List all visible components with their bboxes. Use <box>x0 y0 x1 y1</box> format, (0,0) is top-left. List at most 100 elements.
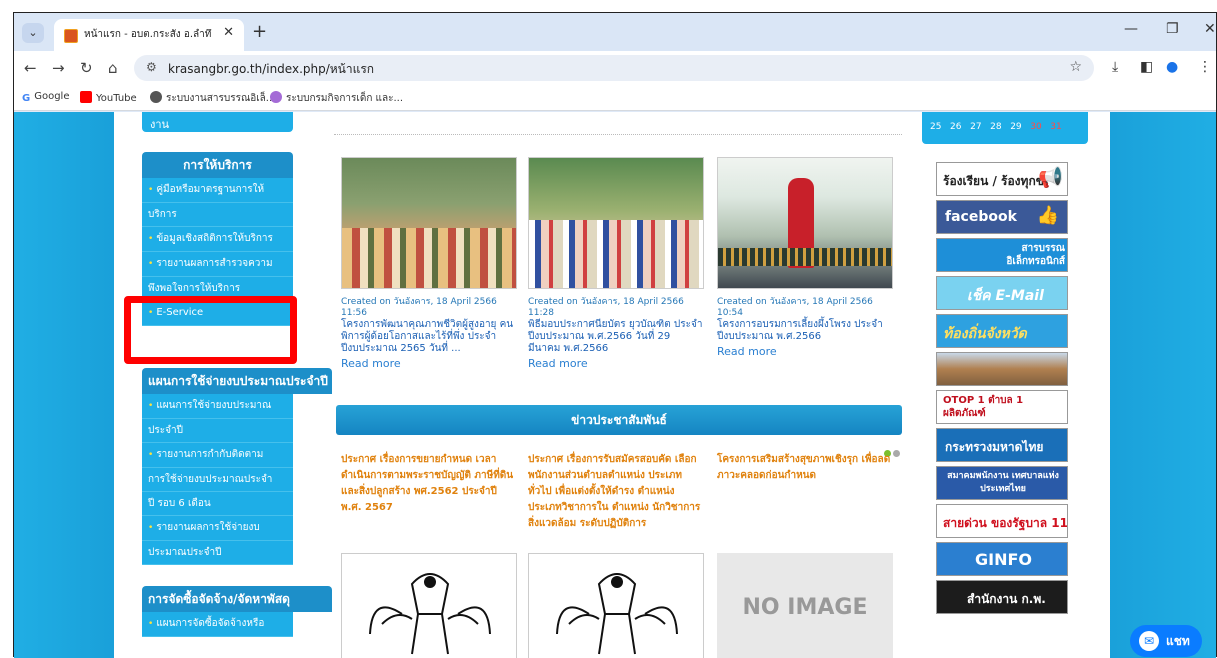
calendar-day[interactable]: 28 <box>990 122 1001 132</box>
article-meta: Created on วันอังคาร, 18 April 2566 10:54 <box>717 297 893 319</box>
sidebar-item-label: แผนการจัดซื้อจัดจ้างหรือ <box>156 618 265 629</box>
ocsc-banner[interactable]: สำนักงาน ก.พ. <box>936 580 1068 614</box>
sidebar-top-item[interactable]: งาน <box>142 112 293 132</box>
bookmark-saraban[interactable]: ระบบงานสารบรรณอิเล็... <box>150 91 275 106</box>
page-content: งาน การให้บริการ • คู่มือหรือมาตรฐานการให… <box>114 112 1110 658</box>
bookmark-dcy[interactable]: ระบบกรมกิจการเด็ก และ... <box>270 91 403 106</box>
garuda-emblem-image[interactable] <box>341 553 517 658</box>
sidebar-item-budget-plan-cont[interactable]: ประจำปี <box>142 419 293 443</box>
sidebar-item-label: การใช้จ่ายงบประมาณประจำ <box>148 474 273 485</box>
bookmark-google[interactable]: G Google <box>22 91 69 105</box>
tab-active[interactable]: หน้าแรก - อบต.กระสัง อ.ลำทึก จ.บุรีรัม ✕ <box>54 19 244 51</box>
sidebar-item-label: แผนการใช้จ่ายงบประมาณ <box>156 400 272 411</box>
e-saraban-banner[interactable]: สารบรรณ อิเล็กทรอนิกส์ <box>936 238 1068 272</box>
home-icon[interactable]: ⌂ <box>108 59 118 77</box>
chat-button[interactable]: ✉ แชท <box>1130 625 1202 657</box>
divider <box>334 134 902 135</box>
bookmark-label: ระบบงานสารบรรณอิเล็... <box>166 93 276 104</box>
temple-banner[interactable] <box>936 352 1068 386</box>
sidebar-item-label: รายงานผลการสำรวจความ <box>156 258 273 269</box>
banner-label: สารบรรณ อิเล็กทรอนิกส์ <box>1006 243 1065 267</box>
carousel-dot[interactable] <box>893 450 900 457</box>
minimize-icon[interactable]: — <box>1124 21 1138 37</box>
calendar-day[interactable]: 25 <box>930 122 941 132</box>
sidebar-item-procurement-plan[interactable]: • แผนการจัดซื้อจัดจ้างหรือ <box>142 612 293 637</box>
sidebar-item-service-stats[interactable]: • ข้อมูลเชิงสถิติการให้บริการ <box>142 227 293 252</box>
article-title[interactable]: โครงการพัฒนาคุณภาพชีวิตผู้สูงอายุ คนพิกา… <box>341 319 517 355</box>
garuda-emblem-image[interactable] <box>528 553 704 658</box>
sidebar-item-budget-report-cont[interactable]: ประมาณประจำปี <box>142 541 293 565</box>
sidebar-item-satisfaction[interactable]: • รายงานผลการสำรวจความ <box>142 252 293 277</box>
banner-label: เช็ค E-Mail <box>967 288 1044 304</box>
page-background-right <box>1106 112 1216 658</box>
tab-search-icon[interactable]: ⌄ <box>22 23 44 43</box>
article-photo[interactable] <box>341 157 517 289</box>
banner-label: สายด่วน ของรัฐบาล 1111 <box>943 516 1068 530</box>
calendar-day[interactable]: 27 <box>970 122 981 132</box>
calendar-day[interactable]: 29 <box>1010 122 1021 132</box>
read-more-link[interactable]: Read more <box>341 357 517 370</box>
news-section-title: ข่าวประชาสัมพันธ์ <box>336 405 902 435</box>
bookmark-label: YouTube <box>96 93 137 104</box>
read-more-link[interactable]: Read more <box>528 357 704 370</box>
bookmark-youtube[interactable]: YouTube <box>80 91 137 104</box>
screen: ⌄ หน้าแรก - อบต.กระสัง อ.ลำทึก จ.บุรีรัม… <box>0 0 1217 658</box>
sidebar-item-budget-monitor[interactable]: • รายงานการกำกับติดตาม <box>142 443 293 468</box>
banner-label: กระทรวงมหาดไทย <box>945 440 1044 454</box>
side-panel-icon[interactable]: ◧ <box>1140 59 1153 75</box>
sidebar-item-budget-monitor-cont2[interactable]: ปี รอบ 6 เดือน <box>142 492 293 516</box>
check-email-banner[interactable]: เช็ค E-Mail <box>936 276 1068 310</box>
calendar-day-weekend[interactable]: 30 <box>1030 122 1041 132</box>
article-photo[interactable] <box>528 157 704 289</box>
sidebar-item-budget-monitor-cont[interactable]: การใช้จ่ายงบประมาณประจำ <box>142 468 293 492</box>
menu-icon[interactable]: ⋮ <box>1198 59 1212 75</box>
no-image-placeholder[interactable]: NO IMAGE <box>717 553 893 658</box>
bookmark-star-icon[interactable]: ☆ <box>1069 59 1082 75</box>
article-title[interactable]: โครงการอบรมการเลี้ยงผึ้งโพรง ประจำปีงบปร… <box>717 319 893 343</box>
article-title[interactable]: พิธีมอบประกาศนียบัตร ยุวบัณฑิต ประจำปีงบ… <box>528 319 704 355</box>
news-item[interactable]: ประกาศ เรื่องการรับสมัครสอบคัด เลือกพนัก… <box>528 452 704 532</box>
new-tab-icon[interactable]: + <box>252 21 267 42</box>
ginfo-banner[interactable]: GINFO <box>936 542 1068 576</box>
otop-banner[interactable]: OTOP 1 ตำบล 1 ผลิตภัณฑ์ <box>936 390 1068 424</box>
article-photo[interactable] <box>717 157 893 289</box>
sidebar-item-budget-plan[interactable]: • แผนการใช้จ่ายงบประมาณ <box>142 394 293 419</box>
budget-menu-title: แผนการใช้จ่ายงบประมาณประจำปี <box>142 368 332 394</box>
banner-label: GINFO <box>975 550 1033 569</box>
banner-label: สำนักงาน ก.พ. <box>967 592 1046 606</box>
read-more-link[interactable]: Read more <box>717 345 893 358</box>
sidebar-item-label: คู่มือหรือมาตรฐานการให้ <box>156 184 265 195</box>
toolbar: ← → ↻ ⌂ ⚙ krasangbr.go.th/index.php/หน้า… <box>14 51 1216 85</box>
article-date: Created on วันอังคาร, 18 April 2566 <box>341 297 497 307</box>
site-info-icon[interactable]: ⚙ <box>146 60 157 74</box>
reload-icon[interactable]: ↻ <box>80 59 93 77</box>
news-item[interactable]: โครงการเสริมสร้างสุขภาพเชิงรุก เพื่อลดภา… <box>717 452 893 484</box>
calendar-day[interactable]: 26 <box>950 122 961 132</box>
sidebar-item-service-manual[interactable]: • คู่มือหรือมาตรฐานการให้ <box>142 178 293 203</box>
hotline-1111-banner[interactable]: สายด่วน ของรัฐบาล 1111 <box>936 504 1068 538</box>
tab-title: หน้าแรก - อบต.กระสัง อ.ลำทึก จ.บุรีรัม <box>84 29 212 40</box>
restore-icon[interactable]: ❐ <box>1166 21 1179 37</box>
back-icon[interactable]: ← <box>24 59 37 77</box>
article-time: 11:28 <box>528 308 554 318</box>
sidebar-item-budget-report[interactable]: • รายงานผลการใช้จ่ายงบ <box>142 516 293 541</box>
garuda-icon <box>556 573 678 655</box>
municipal-association-banner[interactable]: สมาคมพนักงาน เทศบาลแห่งประเทศไทย <box>936 466 1068 500</box>
forward-icon[interactable]: → <box>52 59 65 77</box>
facebook-banner[interactable]: facebook 👍 <box>936 200 1068 234</box>
calendar-day-weekend[interactable]: 31 <box>1050 122 1061 132</box>
profile-icon[interactable]: ● <box>1166 59 1178 75</box>
news-item[interactable]: ประกาศ เรื่องการขยายกำหนด เวลาดำเนินการต… <box>341 452 517 516</box>
complaint-banner[interactable]: ร้องเรียน / ร้องทุกข์ 📢 <box>936 162 1068 196</box>
address-bar[interactable]: ⚙ krasangbr.go.th/index.php/หน้าแรก ☆ <box>134 55 1094 81</box>
sidebar-item-label: รายงานผลการใช้จ่ายงบ <box>156 522 260 533</box>
moi-banner[interactable]: กระทรวงมหาดไทย <box>936 428 1068 462</box>
local-province-banner[interactable]: ท้องถิ่นจังหวัด <box>936 314 1068 348</box>
close-tab-icon[interactable]: ✕ <box>223 25 234 40</box>
sidebar-item-service-manual-cont[interactable]: บริการ <box>142 203 293 227</box>
close-window-icon[interactable]: ✕ <box>1204 21 1216 37</box>
procurement-menu: • แผนการจัดซื้อจัดจ้างหรือ <box>142 612 293 637</box>
globe-icon <box>150 91 162 103</box>
sidebar-item-label: ประมาณประจำปี <box>148 547 222 558</box>
download-icon[interactable]: ⤓ <box>1112 59 1118 75</box>
